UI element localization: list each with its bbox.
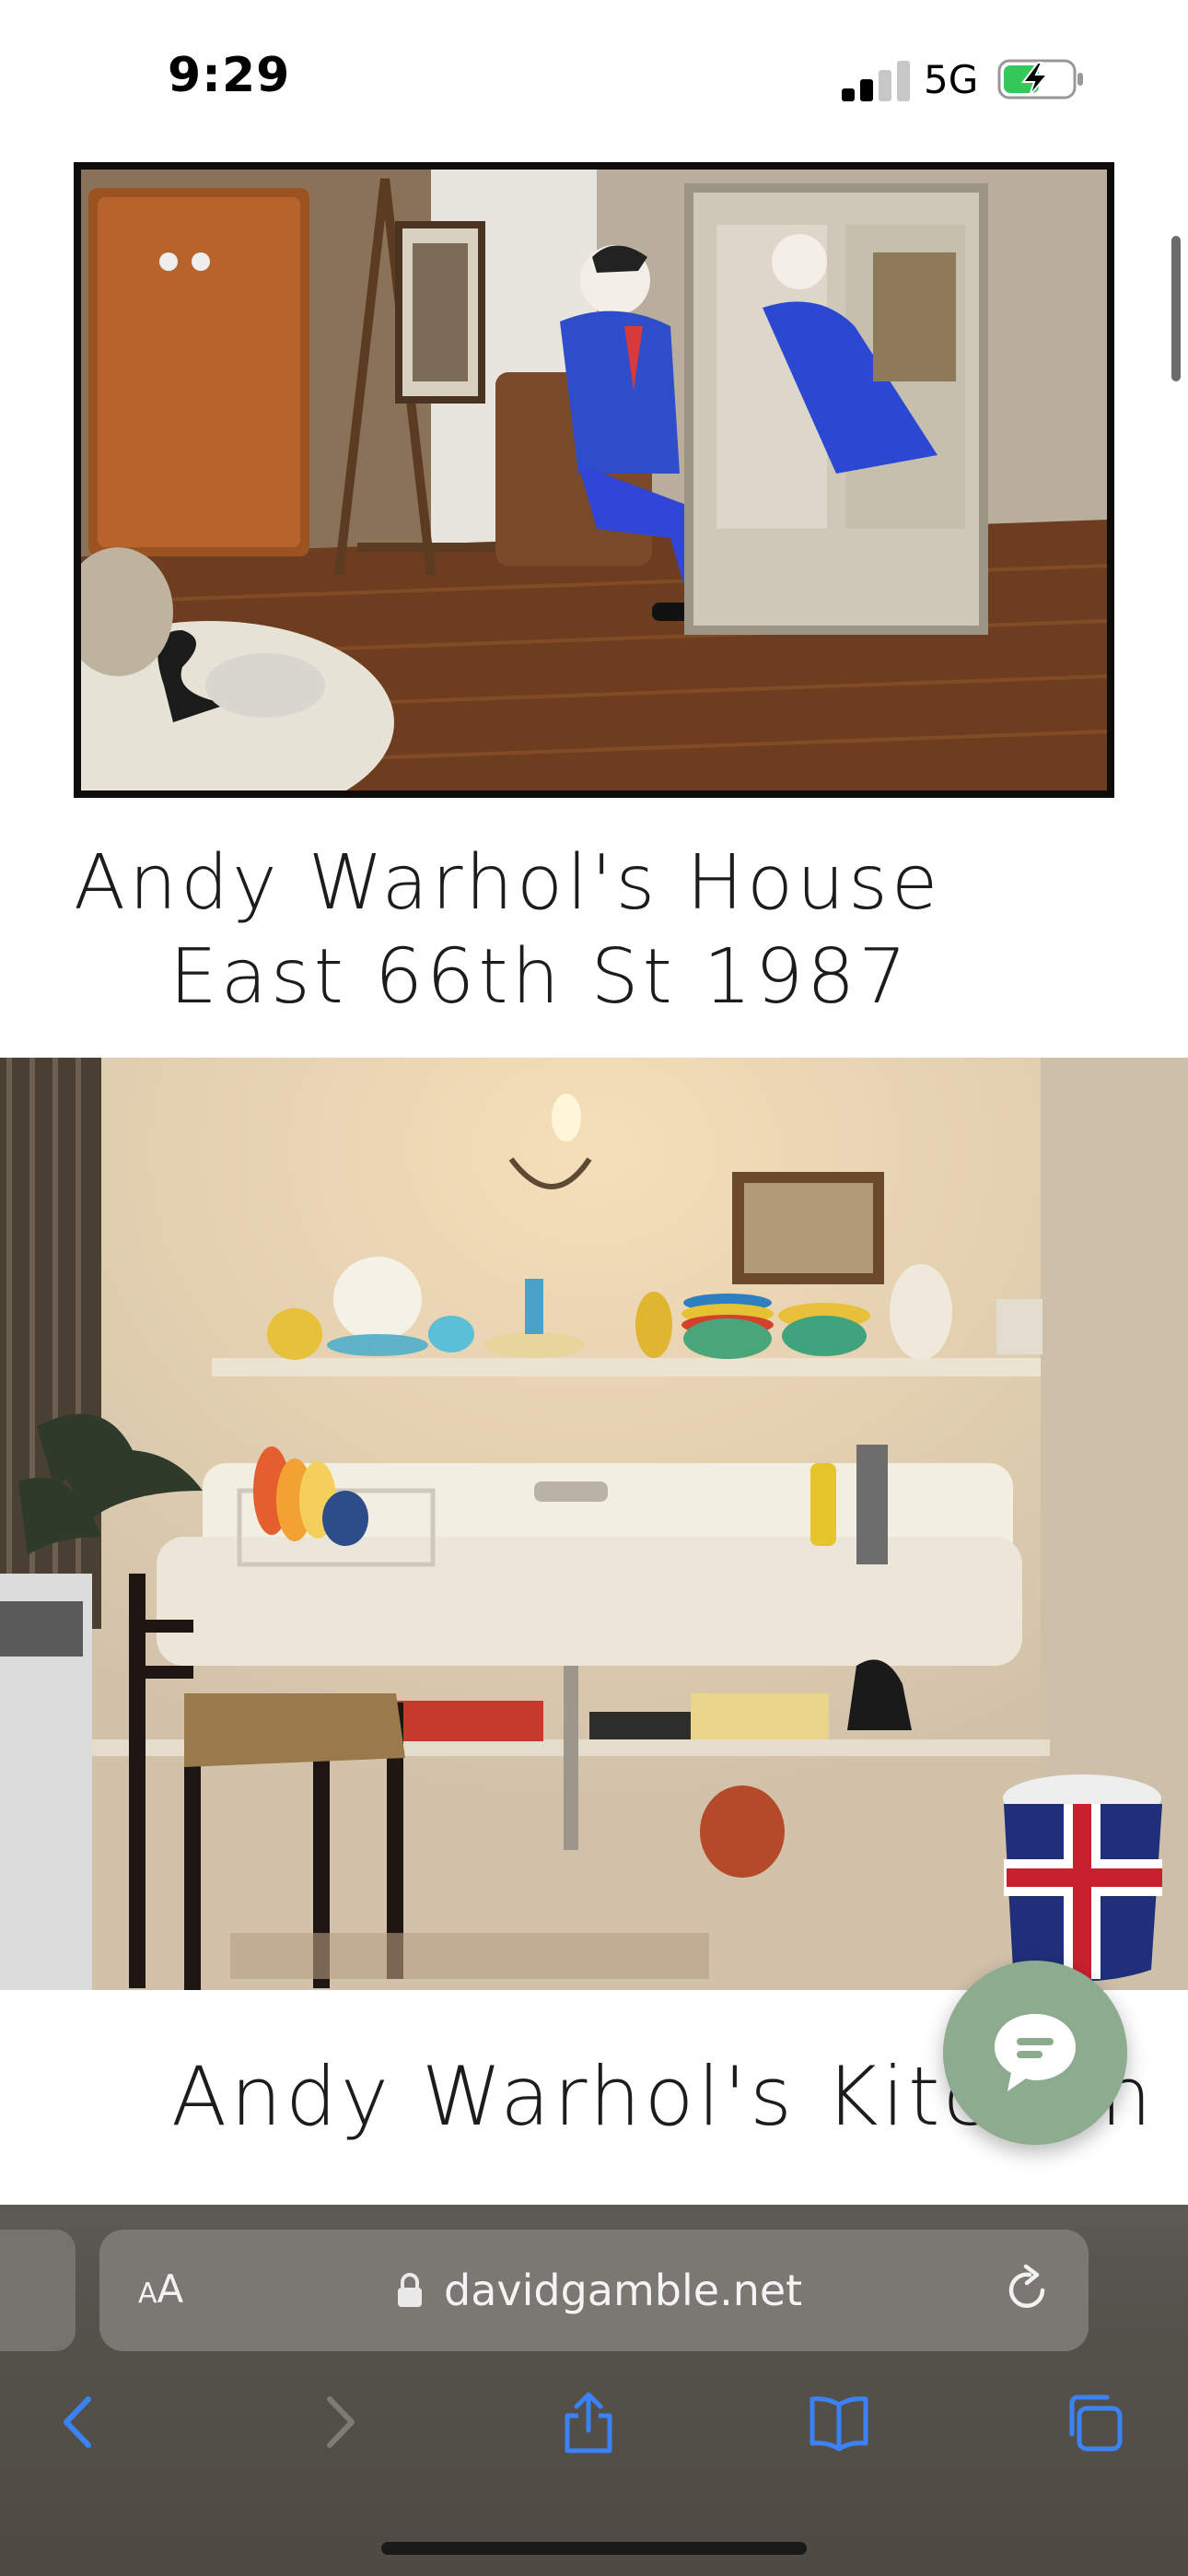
share-icon[interactable] [556, 2390, 621, 2454]
network-type: 5G [924, 57, 979, 102]
url-text: davidgamble.net [444, 2266, 803, 2315]
warhol-house-photo[interactable] [74, 162, 1114, 798]
status-bar: 9:29 5G [0, 0, 1188, 157]
chat-button[interactable] [943, 1961, 1127, 2145]
lock-icon [398, 2273, 422, 2307]
warhol-house-photo-art [81, 170, 1107, 790]
reload-icon[interactable] [1002, 2265, 1052, 2316]
warhol-house-caption: Andy Warhol's House East 66th St 1987 [0, 837, 1188, 1025]
text-size-button[interactable]: AA [138, 2266, 204, 2318]
warhol-kitchen-photo-art [0, 1058, 1188, 1990]
chat-bubble-icon [995, 2014, 1076, 2091]
back-icon[interactable] [48, 2390, 112, 2454]
forward-icon[interactable] [306, 2390, 370, 2454]
scroll-indicator[interactable] [1171, 236, 1181, 381]
text-size-label-big: A [157, 2266, 184, 2312]
caption-line-1: Andy Warhol's House [74, 839, 942, 927]
warhol-kitchen-photo[interactable] [0, 1058, 1188, 1990]
home-indicator [381, 2542, 807, 2555]
bookmarks-icon[interactable] [807, 2390, 871, 2454]
text-size-label-small: A [138, 2277, 157, 2310]
status-time: 9:29 [168, 48, 291, 103]
tabs-icon[interactable] [1061, 2390, 1125, 2454]
previous-tab-preview[interactable] [0, 2230, 76, 2351]
cellular-signal-icon [842, 61, 915, 101]
url-display[interactable]: davidgamble.net [396, 2261, 802, 2320]
caption-line-2: East 66th St 1987 [169, 933, 911, 1021]
battery-charging-icon [997, 59, 1083, 100]
